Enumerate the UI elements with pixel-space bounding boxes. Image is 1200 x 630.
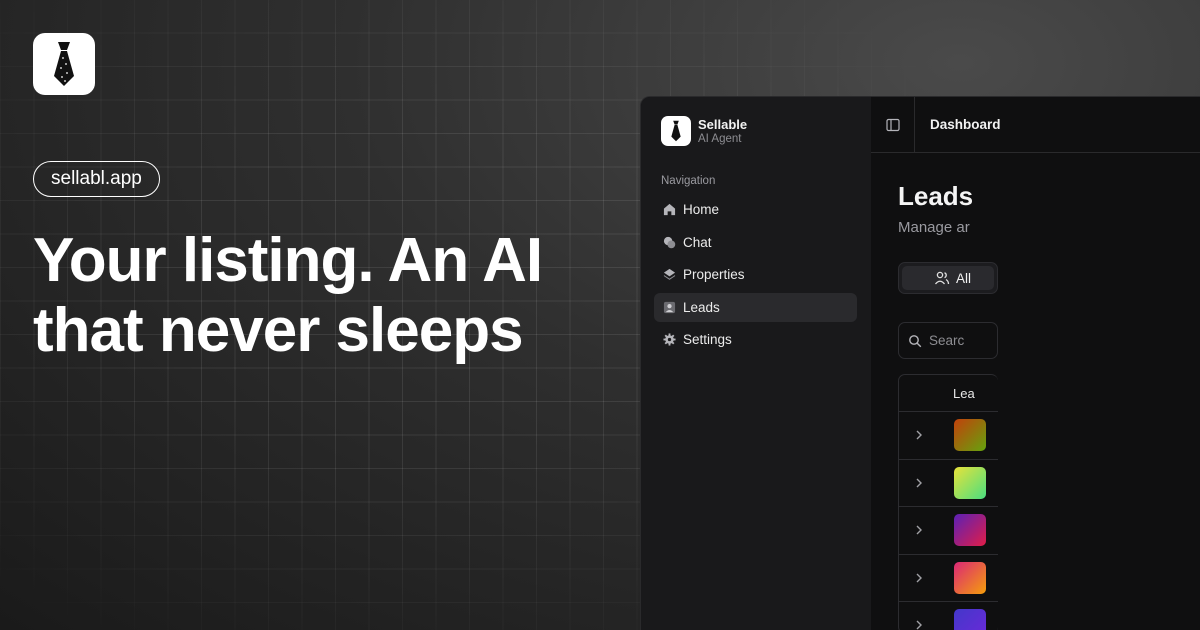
user-icon <box>662 300 676 314</box>
tab-label: All <box>956 270 972 286</box>
properties-icon <box>662 268 676 282</box>
table-row[interactable] <box>899 555 998 602</box>
chevron-right-icon[interactable] <box>913 524 925 536</box>
tie-logo-icon <box>33 33 95 95</box>
chevron-right-icon[interactable] <box>913 619 925 630</box>
users-icon <box>934 271 950 285</box>
avatar <box>954 514 986 546</box>
avatar <box>954 561 986 594</box>
brand-subtitle: AI Agent <box>698 132 742 145</box>
page-subtitle: Manage ar <box>898 219 970 236</box>
breadcrumb[interactable]: Dashboard <box>930 117 1001 132</box>
chevron-right-icon[interactable] <box>913 572 925 584</box>
page-title: Leads <box>898 181 974 211</box>
sidebar-item-properties[interactable]: Properties <box>654 260 857 289</box>
sidebar-item-label: Properties <box>683 267 745 282</box>
search-icon <box>908 334 922 348</box>
app-window: Sellable AI Agent Navigation Home Chat P… <box>640 96 1200 630</box>
sidebar-item-label: Leads <box>683 299 720 315</box>
sidebar-item-label: Settings <box>683 332 732 347</box>
sidebar-item-leads[interactable]: Leads <box>654 292 857 322</box>
chevron-right-icon[interactable] <box>913 429 925 441</box>
brand-logo-icon <box>661 116 691 146</box>
search-placeholder: Searc <box>929 333 965 348</box>
headline: Your listing. An AI that never sleeps <box>33 226 543 365</box>
filter-tabs: All <box>898 262 998 294</box>
home-icon <box>662 203 676 217</box>
table-header: Lea <box>899 375 998 412</box>
table-row[interactable] <box>899 460 998 507</box>
sidebar: Sellable AI Agent Navigation Home Chat P… <box>641 97 871 630</box>
topbar: Dashboard <box>871 97 1200 153</box>
chevron-right-icon[interactable] <box>913 477 925 489</box>
sidebar-item-label: Chat <box>683 234 712 250</box>
nav-section-title: Navigation <box>661 175 716 187</box>
brand-name: Sellable <box>698 116 748 132</box>
sidebar-item-label: Home <box>683 202 720 217</box>
sidebar-toggle-icon <box>885 118 900 131</box>
gear-icon <box>662 333 676 347</box>
sidebar-nav: Home Chat Properties Leads Settings <box>654 195 857 358</box>
tab-all[interactable]: All <box>902 266 994 290</box>
avatar <box>954 419 986 451</box>
column-header-lead: Lea <box>953 386 975 401</box>
domain-pill: sellabl.app <box>33 161 160 197</box>
avatar <box>954 466 986 499</box>
sidebar-item-chat[interactable]: Chat <box>654 228 857 257</box>
leads-table: Lea <box>898 374 998 630</box>
search-input[interactable]: Searc <box>898 322 998 359</box>
sidebar-toggle-button[interactable] <box>871 97 915 153</box>
brand[interactable]: Sellable AI Agent <box>661 116 747 146</box>
sidebar-item-settings[interactable]: Settings <box>654 325 857 354</box>
avatar <box>954 609 986 630</box>
sidebar-item-home[interactable]: Home <box>654 195 857 224</box>
chat-icon <box>662 235 676 249</box>
table-row[interactable] <box>899 412 998 460</box>
table-row[interactable] <box>899 602 998 630</box>
table-row[interactable] <box>899 507 998 555</box>
